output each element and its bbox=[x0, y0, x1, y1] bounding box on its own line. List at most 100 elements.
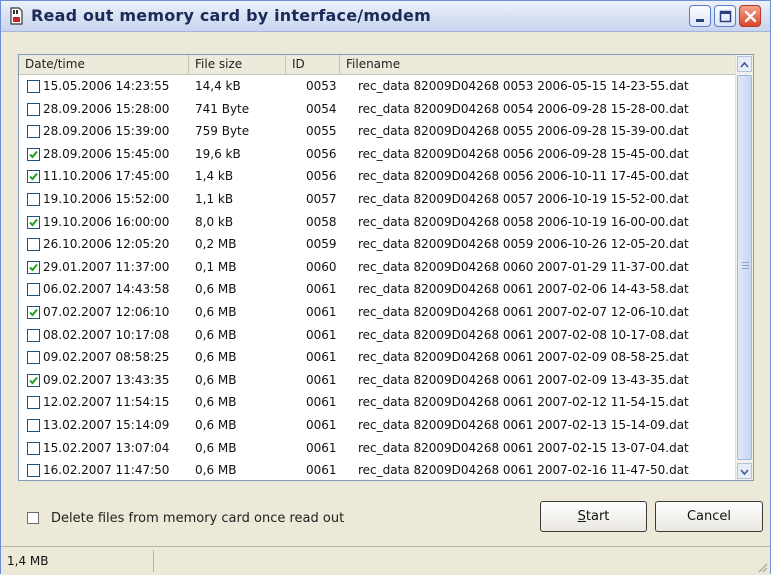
row-file-size: 0,6 MB bbox=[195, 282, 237, 297]
list-item[interactable]: 08.02.2007 10:17:08 0,6 MB 0061 rec_data 82… bbox=[19, 324, 735, 347]
list-item[interactable]: 15.02.2007 13:07:04 0,6 MB 0061 rec_data 82… bbox=[19, 437, 735, 460]
close-button[interactable] bbox=[739, 5, 761, 27]
row-checkbox[interactable] bbox=[27, 464, 40, 478]
start-button[interactable]: Start bbox=[540, 501, 647, 532]
row-checkbox[interactable] bbox=[27, 351, 40, 365]
row-checkbox[interactable] bbox=[27, 147, 40, 161]
scroll-down-button[interactable] bbox=[737, 463, 752, 479]
row-date: 13.02.2007 15:14:09 bbox=[43, 417, 170, 432]
row-filename: rec_data 82009D04268 0054 2006-09-28 15-… bbox=[358, 101, 689, 116]
row-id: 0056 bbox=[306, 169, 337, 184]
row-checkbox[interactable] bbox=[27, 418, 40, 432]
row-id: 0061 bbox=[306, 372, 337, 387]
memory-card-icon bbox=[9, 7, 24, 25]
row-id: 0061 bbox=[306, 463, 337, 478]
row-checkbox[interactable] bbox=[27, 80, 40, 93]
row-filename: rec_data 82009D04268 0061 2007-02-15 13-… bbox=[358, 440, 689, 455]
scroll-up-button[interactable] bbox=[737, 56, 752, 72]
list-item[interactable]: 15.05.2006 14:23:55 14,4 kB 0053 rec_data 8… bbox=[19, 75, 735, 98]
list-item[interactable]: 13.02.2007 15:14:09 0,6 MB 0061 rec_data 82… bbox=[19, 414, 735, 437]
row-date: 12.02.2007 11:54:15 bbox=[43, 395, 170, 410]
row-filename: rec_data 82009D04268 0055 2006-09-28 15-… bbox=[358, 124, 689, 139]
row-file-size: 0,6 MB bbox=[195, 304, 237, 319]
list-item[interactable]: 11.10.2006 17:45:00 1,4 kB 0056 rec_data 82… bbox=[19, 165, 735, 188]
row-date: 15.02.2007 13:07:04 bbox=[43, 440, 170, 455]
row-file-size: 759 Byte bbox=[195, 124, 250, 139]
row-file-size: 0,6 MB bbox=[195, 327, 237, 342]
row-checkbox[interactable] bbox=[27, 328, 40, 342]
row-checkbox[interactable] bbox=[27, 396, 40, 410]
row-checkbox[interactable] bbox=[27, 102, 40, 116]
list-item[interactable]: 16.02.2007 11:47:50 0,6 MB 0061 rec_data 82… bbox=[19, 459, 735, 480]
row-checkbox[interactable] bbox=[27, 305, 40, 319]
row-id: 0057 bbox=[306, 191, 337, 206]
row-id: 0059 bbox=[306, 237, 337, 252]
status-selected-size: 1,4 MB bbox=[7, 554, 49, 568]
list-item[interactable]: 09.02.2007 08:58:25 0,6 MB 0061 rec_data 82… bbox=[19, 346, 735, 369]
column-header-id[interactable]: ID bbox=[286, 55, 340, 74]
row-filename: rec_data 82009D04268 0056 2006-09-28 15-… bbox=[358, 146, 689, 161]
title-bar[interactable]: Read out memory card by interface/modem bbox=[1, 1, 770, 32]
row-file-size: 741 Byte bbox=[195, 101, 250, 116]
row-filename: rec_data 82009D04268 0061 2007-02-07 12-… bbox=[358, 304, 689, 319]
chevron-down-icon bbox=[740, 469, 749, 476]
chevron-up-icon bbox=[740, 61, 749, 68]
window-title: Read out memory card by interface/modem bbox=[31, 6, 431, 25]
column-header-filename[interactable]: Filename bbox=[340, 55, 735, 74]
row-date: 28.09.2006 15:45:00 bbox=[43, 146, 170, 161]
row-checkbox[interactable] bbox=[27, 441, 40, 455]
row-checkbox[interactable] bbox=[27, 260, 40, 274]
row-checkbox[interactable] bbox=[27, 283, 40, 297]
row-file-size: 14,4 kB bbox=[195, 79, 241, 93]
delete-after-read-checkbox[interactable] bbox=[27, 512, 39, 524]
status-panel-empty bbox=[155, 550, 755, 572]
row-checkbox[interactable] bbox=[27, 192, 40, 206]
start-mnemonic: S bbox=[577, 509, 586, 524]
list-item[interactable]: 06.02.2007 14:43:58 0,6 MB 0061 rec_data 82… bbox=[19, 278, 735, 301]
row-file-size: 0,2 MB bbox=[195, 237, 237, 252]
list-item[interactable]: 28.09.2006 15:28:00 741 Byte 0054 rec_data … bbox=[19, 98, 735, 121]
row-file-size: 1,1 kB bbox=[195, 191, 234, 206]
file-list[interactable]: Date/time File size ID Filename 15.05.20… bbox=[18, 54, 754, 481]
row-checkbox[interactable] bbox=[27, 215, 40, 229]
row-file-size: 0,6 MB bbox=[195, 350, 237, 365]
row-id: 0053 bbox=[306, 79, 337, 93]
row-filename: rec_data 82009D04268 0061 2007-02-06 14-… bbox=[358, 282, 689, 297]
row-date: 26.10.2006 12:05:20 bbox=[43, 237, 170, 252]
row-file-size: 0,6 MB bbox=[195, 463, 237, 478]
row-checkbox[interactable] bbox=[27, 170, 40, 184]
row-checkbox[interactable] bbox=[27, 373, 40, 387]
row-id: 0056 bbox=[306, 146, 337, 161]
list-item[interactable]: 28.09.2006 15:45:00 19,6 kB 0056 rec_data 8… bbox=[19, 143, 735, 166]
resize-grip-icon[interactable] bbox=[756, 561, 768, 573]
list-item[interactable]: 12.02.2007 11:54:15 0,6 MB 0061 rec_data 82… bbox=[19, 391, 735, 414]
row-date: 15.05.2006 14:23:55 bbox=[43, 79, 170, 93]
row-checkbox[interactable] bbox=[27, 125, 40, 139]
row-date: 06.02.2007 14:43:58 bbox=[43, 282, 170, 297]
row-filename: rec_data 82009D04268 0060 2007-01-29 11-… bbox=[358, 259, 689, 274]
column-header-date[interactable]: Date/time bbox=[19, 55, 189, 74]
row-date: 16.02.2007 11:47:50 bbox=[43, 463, 170, 478]
status-panel-size: 1,4 MB bbox=[1, 550, 154, 572]
maximize-button[interactable] bbox=[714, 5, 736, 27]
delete-after-read-label: Delete files from memory card once read … bbox=[51, 511, 345, 526]
row-file-size: 19,6 kB bbox=[195, 146, 241, 161]
list-item[interactable]: 26.10.2006 12:05:20 0,2 MB 0059 rec_data 82… bbox=[19, 233, 735, 256]
dialog-window: Read out memory card by interface/modem … bbox=[0, 0, 771, 575]
list-item[interactable]: 28.09.2006 15:39:00 759 Byte 0055 rec_data … bbox=[19, 120, 735, 143]
minimize-button[interactable] bbox=[689, 5, 711, 27]
scroll-thumb[interactable] bbox=[737, 75, 752, 460]
list-item[interactable]: 19.10.2006 16:00:00 8,0 kB 0058 rec_data 82… bbox=[19, 211, 735, 234]
list-item[interactable]: 19.10.2006 15:52:00 1,1 kB 0057 rec_data 82… bbox=[19, 188, 735, 211]
column-header-size[interactable]: File size bbox=[189, 55, 286, 74]
row-filename: rec_data 82009D04268 0056 2006-10-11 17-… bbox=[358, 169, 689, 184]
row-filename: rec_data 82009D04268 0061 2007-02-16 11-… bbox=[358, 463, 689, 478]
row-id: 0058 bbox=[306, 214, 337, 229]
vertical-scrollbar[interactable] bbox=[735, 55, 753, 480]
cancel-button[interactable]: Cancel bbox=[655, 501, 763, 532]
row-checkbox[interactable] bbox=[27, 238, 40, 252]
list-item[interactable]: 07.02.2007 12:06:10 0,6 MB 0061 rec_data 82… bbox=[19, 301, 735, 324]
list-item[interactable]: 29.01.2007 11:37:00 0,1 MB 0060 rec_data 82… bbox=[19, 256, 735, 279]
list-item[interactable]: 09.02.2007 13:43:35 0,6 MB 0061 rec_data 82… bbox=[19, 369, 735, 392]
list-header: Date/time File size ID Filename bbox=[19, 55, 735, 75]
